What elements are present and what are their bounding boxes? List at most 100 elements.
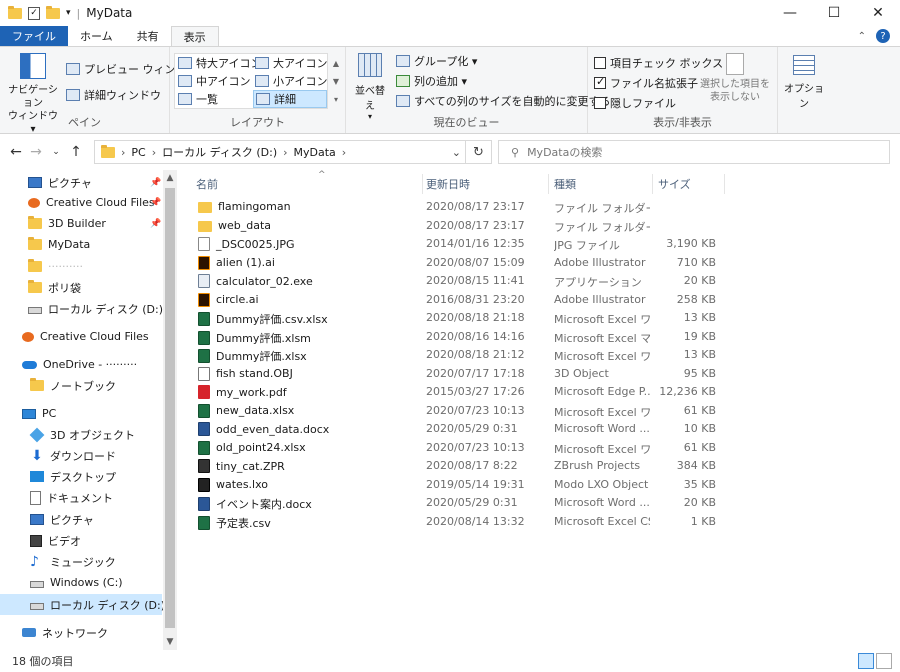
file-row[interactable]: odd_even_data.docx 2020/05/29 0:31 Microso… (196, 420, 726, 439)
file-size: 384 KB (676, 459, 716, 472)
file-size: 258 KB (676, 292, 716, 306)
help-icon[interactable]: ? (876, 29, 890, 43)
pin-icon[interactable]: 📌 (150, 178, 161, 188)
hidden-files-check[interactable] (594, 97, 606, 109)
nav-scrollbar-thumb[interactable] (165, 188, 175, 628)
file-row[interactable]: tiny_cat.ZPR 2020/08/17 8:22 ZBrush Projec… (196, 457, 726, 476)
pin-icon[interactable]: 📌 (150, 219, 161, 229)
customize-toolbar-icon[interactable]: ▾ (66, 8, 71, 18)
file-row[interactable]: fish stand.OBJ 2020/07/17 17:18 3D Object 9… (196, 365, 726, 384)
extensions-toggle[interactable]: ファイル名拡張子 (594, 73, 698, 93)
column-header-size[interactable]: サイズ (658, 174, 722, 194)
file-row[interactable]: flamingoman 2020/08/17 23:17 ファイル フォルダー (196, 198, 726, 217)
file-size: 13 KB (683, 311, 716, 324)
nav-item-local-disk-d[interactable]: ローカル ディスク (D:) (0, 594, 165, 615)
search-box[interactable]: ⚲ MyDataの検索 (498, 140, 890, 164)
file-row[interactable]: wates.lxo 2019/05/14 19:31 Modo LXO Object… (196, 476, 726, 495)
layout-small[interactable]: 小アイコン (255, 72, 327, 90)
group-by-button[interactable]: グループ化 ▾ (396, 51, 477, 71)
column-divider[interactable] (652, 174, 653, 194)
address-dropdown-icon[interactable]: ⌄ (452, 146, 461, 159)
hidden-files-toggle[interactable]: 隠しファイル (594, 93, 676, 113)
column-header-type[interactable]: 種類 (554, 174, 654, 194)
nav-item-network[interactable]: ネットワーク (22, 622, 184, 643)
gallery-scroll[interactable]: ▲ ▼ ▾ (330, 55, 342, 109)
column-header-date[interactable]: 更新日時 (426, 174, 552, 194)
new-folder-icon[interactable] (46, 5, 60, 19)
maximize-button[interactable]: ☐ (812, 0, 856, 26)
minimize-button[interactable]: — (768, 0, 812, 26)
item-checkbox-check[interactable] (594, 57, 606, 69)
layout-extra-large[interactable]: 特大アイコン (178, 54, 261, 72)
column-header-size-label: サイズ (658, 178, 691, 191)
breadcrumb-local-disk[interactable]: ローカル ディスク (D:) (162, 144, 277, 160)
chevron-right-icon[interactable]: › (283, 146, 287, 159)
hide-selected-icon (726, 53, 744, 75)
layout-medium[interactable]: 中アイコン (178, 72, 250, 90)
back-button[interactable]: ← (6, 144, 26, 160)
chevron-right-icon[interactable]: › (342, 146, 346, 159)
tab-home[interactable]: ホーム (68, 26, 125, 46)
column-divider[interactable] (724, 174, 725, 194)
search-input-placeholder[interactable]: MyDataの検索 (527, 144, 602, 160)
tab-view[interactable]: 表示 (170, 26, 219, 46)
nav-item-label: PC (42, 407, 57, 420)
layout-large[interactable]: 大アイコン (255, 54, 327, 72)
file-row[interactable]: alien (1).ai 2020/08/07 15:09 Adobe Illust… (196, 254, 726, 273)
pin-icon[interactable]: 📌 (150, 198, 161, 208)
up-button[interactable]: ↑ (66, 144, 86, 160)
scroll-up-arrow-icon[interactable]: ▲ (163, 173, 177, 183)
file-row[interactable]: old_point24.xlsx 2020/07/23 10:13 Microsof… (196, 439, 726, 458)
file-row[interactable]: my_work.pdf 2015/03/27 17:26 Microsoft Edg… (196, 383, 726, 402)
nav-item-onedrive[interactable]: OneDrive - ········· (22, 354, 184, 375)
options-button[interactable]: オプション (782, 55, 826, 110)
breadcrumb-pc[interactable]: PC (131, 146, 145, 159)
details-view-icon[interactable] (858, 653, 874, 669)
large-icons-view-icon[interactable] (876, 653, 892, 669)
file-row[interactable]: Dummy評価.xlsm 2020/08/16 14:16 Microsoft Ex… (196, 328, 726, 347)
column-header-name[interactable]: 名前 ^ (196, 170, 422, 194)
file-row[interactable]: イベント案内.docx 2020/05/29 0:31 Microsoft Word… (196, 494, 726, 513)
nav-item-creative-cloud[interactable]: Creative Cloud Files (22, 326, 184, 347)
layout-list[interactable]: 一覧 (178, 90, 218, 108)
hide-selected-button[interactable]: 選択した項目を 表示しない (696, 53, 774, 104)
file-row[interactable]: Dummy評価.csv.xlsx 2020/08/18 21:18 Microsof… (196, 309, 726, 328)
tab-file[interactable]: ファイル (0, 26, 68, 46)
chevron-right-icon[interactable]: › (152, 146, 156, 159)
layout-large-label: 大アイコン (273, 57, 328, 70)
forward-button[interactable]: → (26, 144, 46, 160)
file-name-cell: web_data (198, 219, 418, 232)
file-row[interactable]: _DSC0025.JPG 2014/01/16 12:35 JPG ファイル 3,19… (196, 235, 726, 254)
address-bar[interactable]: › PC › ローカル ディスク (D:) › MyData › ⌄ ↻ (94, 140, 492, 164)
properties-icon[interactable]: ✓ (28, 6, 40, 20)
file-row[interactable]: calculator_02.exe 2020/08/15 11:41 アプリケーショ… (196, 272, 726, 291)
file-row[interactable]: new_data.xlsx 2020/07/23 10:13 Microsoft E… (196, 402, 726, 421)
file-row[interactable]: 予定表.csv 2020/08/14 13:32 Microsoft Excel C… (196, 513, 726, 532)
close-button[interactable]: ✕ (856, 0, 900, 26)
collapse-ribbon-icon[interactable]: ⌃ (858, 31, 866, 42)
extensions-check[interactable] (594, 75, 606, 89)
scroll-down-arrow-icon[interactable]: ▼ (163, 637, 177, 647)
file-row[interactable]: web_data 2020/08/17 23:17 ファイル フォルダー (196, 217, 726, 236)
tab-share[interactable]: 共有 (125, 26, 171, 46)
details-pane-button[interactable]: 詳細ウィンドウ (66, 85, 161, 105)
sort-button[interactable]: 並べ替え ▾ (352, 53, 388, 121)
add-column-button[interactable]: 列の追加 ▾ (396, 71, 467, 91)
chevron-right-icon[interactable]: › (121, 146, 125, 159)
fit-columns-button[interactable]: すべての列のサイズを自動的に変更する (396, 91, 610, 111)
recent-locations-button[interactable]: ⌄ (46, 147, 66, 157)
column-divider[interactable] (548, 174, 549, 194)
nav-item-label: ポリ袋 (48, 281, 81, 295)
layout-details[interactable]: 詳細 (253, 90, 327, 108)
layout-medium-label: 中アイコン (196, 75, 251, 88)
breadcrumb-mydata[interactable]: MyData (294, 146, 336, 159)
column-divider[interactable] (422, 174, 423, 194)
window-controls: — ☐ ✕ (768, 0, 900, 26)
file-row[interactable]: Dummy評価.xlsx 2020/08/18 21:12 Microsoft Ex… (196, 346, 726, 365)
layout-list-label: 一覧 (196, 93, 218, 106)
ai-file-icon (198, 255, 210, 270)
nav-item-pc[interactable]: PC (22, 403, 184, 424)
file-row[interactable]: circle.ai 2016/08/31 23:20 Adobe Illustrat… (196, 291, 726, 310)
nav-scrollbar[interactable]: ▲ ▼ (163, 170, 177, 650)
refresh-icon[interactable]: ↻ (465, 141, 491, 163)
